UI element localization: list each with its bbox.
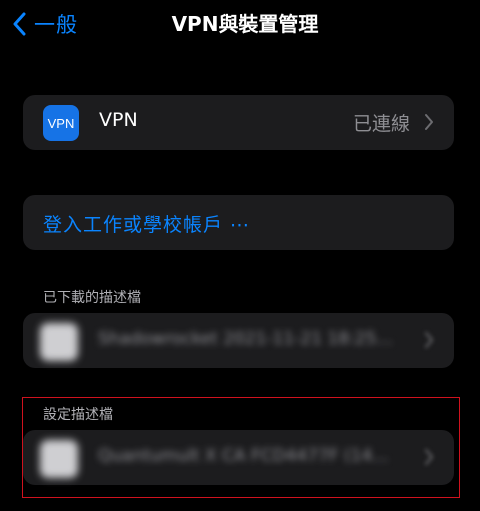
vpn-status: 已連線 <box>352 113 410 135</box>
login-work-school-button[interactable]: 登入工作或學校帳戶 ⋯ <box>23 195 454 250</box>
profile-icon <box>40 440 78 478</box>
chevron-right-icon <box>425 449 433 465</box>
vpn-row[interactable]: VPN VPN 已連線 <box>23 95 454 150</box>
navigation-bar: 一般 VPN與裝置管理 <box>0 0 480 50</box>
vpn-icon: VPN <box>43 105 79 141</box>
vpn-group: VPN VPN 已連線 <box>23 95 454 150</box>
login-group: 登入工作或學校帳戶 ⋯ <box>23 195 454 250</box>
profile-name: Shadowrocket 2021-11-21 18:25... <box>98 329 393 349</box>
chevron-right-icon <box>425 332 433 348</box>
configuration-profile-group: Quantumult X CA FCD4477F (14... <box>23 430 454 485</box>
downloaded-profiles-header: 已下載的描述檔 <box>43 290 141 306</box>
profile-name: Quantumult X CA FCD4477F (14... <box>98 446 389 466</box>
settings-screen: 一般 VPN與裝置管理 VPN VPN 已連線 登入工作或學校帳戶 ⋯ 已下載的… <box>0 0 480 511</box>
downloaded-profile-row[interactable]: Shadowrocket 2021-11-21 18:25... <box>23 313 454 368</box>
downloaded-profiles-group: Shadowrocket 2021-11-21 18:25... <box>23 313 454 368</box>
profile-icon <box>40 323 78 361</box>
page-title: VPN與裝置管理 <box>171 12 319 36</box>
login-label: 登入工作或學校帳戶 ⋯ <box>43 214 251 236</box>
configuration-profile-row[interactable]: Quantumult X CA FCD4477F (14... <box>23 430 454 485</box>
chevron-right-icon <box>425 114 433 130</box>
vpn-label: VPN <box>99 109 138 131</box>
configuration-profile-header: 設定描述檔 <box>43 407 113 423</box>
